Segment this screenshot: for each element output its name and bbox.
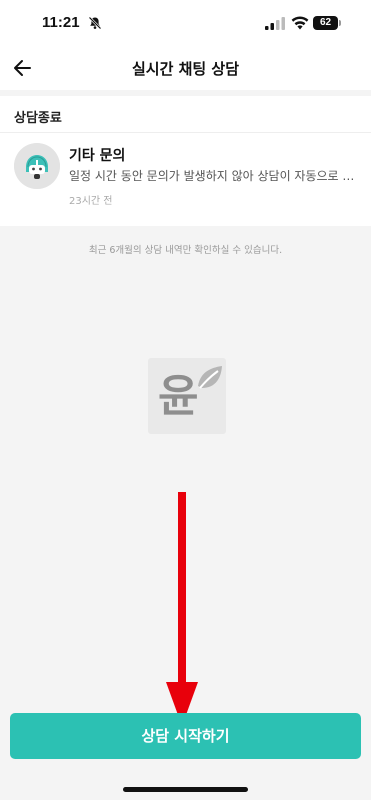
consultation-timestamp: 23시간 전 <box>69 196 113 207</box>
history-notice: 최근 6개월의 상담 내역만 확인하실 수 있습니다. <box>88 245 283 256</box>
page-title: 실시간 채팅 상담 <box>131 60 240 78</box>
consultation-list-item[interactable]: 기타 문의 일정 시간 동안 문의가 발생하지 않아 상담이 자동으로 종료되었… <box>0 133 371 223</box>
helmet-avatar-icon <box>14 143 60 189</box>
battery-icon: 62 <box>313 16 338 30</box>
annotation-arrow-icon <box>166 492 198 726</box>
wifi-icon <box>291 16 309 30</box>
watermark-logo: 윤 <box>148 358 226 434</box>
start-consultation-button[interactable]: 상담 시작하기 <box>10 713 361 759</box>
status-time: 11:21 <box>42 14 80 31</box>
closed-consultations-section: 상담종료 기타 문의 일정 시간 동안 문의가 발생하지 않아 상담이 자동으로… <box>0 96 371 226</box>
consultation-preview: 일정 시간 동안 문의가 발생하지 않아 상담이 자동으로 종료되었습니다. <box>69 169 357 183</box>
watermark-text: 윤 <box>158 371 199 422</box>
signal-icon <box>265 17 285 30</box>
bell-muted-icon <box>88 16 102 30</box>
consultation-title: 기타 문의 <box>69 148 126 164</box>
battery-tip <box>339 20 341 26</box>
home-indicator <box>123 787 248 792</box>
top-app-bar: 실시간 채팅 상담 <box>0 46 371 90</box>
section-title: 상담종료 <box>14 111 62 126</box>
status-bar: 11:21 62 <box>0 0 371 46</box>
avatar <box>14 143 60 189</box>
